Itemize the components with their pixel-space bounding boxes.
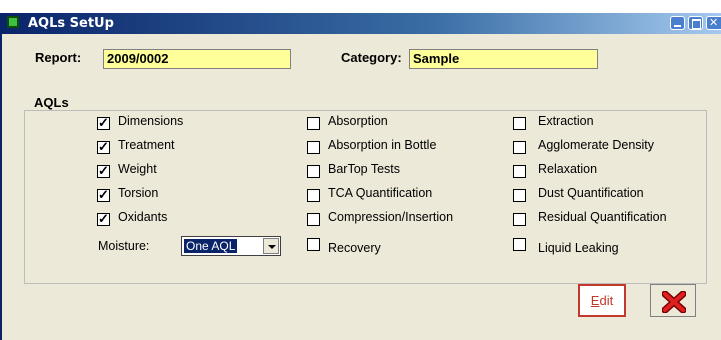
oxidants-checkbox[interactable] [97,211,110,227]
recovery-label: Recovery [328,241,381,255]
weight-label: Weight [118,162,157,176]
title-bar[interactable]: AQLs SetUp [2,13,721,34]
liquid-leaking-label: Liquid Leaking [538,241,619,255]
edit-button[interactable]: Edit [578,284,626,317]
compression-insertion-checkbox[interactable] [307,213,320,226]
edit-label: dit [599,293,614,308]
aqls-group-title: AQLs [30,95,73,110]
residual-quantification-checkbox[interactable] [513,213,526,226]
agglomerate-density-checkbox[interactable] [513,141,526,154]
moisture-label: Moisture: [98,239,150,253]
bartop-tests-label: BarTop Tests [328,162,401,176]
report-field[interactable]: 2009/0002 [103,49,291,69]
moisture-selected-value: One AQL [184,239,238,253]
red-x-icon [662,291,686,313]
relaxation-checkbox[interactable] [513,165,526,178]
relaxation-label: Relaxation [538,162,598,176]
extraction-label: Extraction [538,114,594,128]
app-icon [7,16,19,28]
aqls-setup-window: AQLs SetUp Report: 2009/0002 Category: S… [0,13,721,340]
dimensions-label: Dimensions [118,114,184,128]
category-field[interactable]: Sample [409,49,598,69]
treatment-label: Treatment [118,138,175,152]
compression-insertion-label: Compression/Insertion [328,210,454,224]
extraction-checkbox[interactable] [513,117,526,130]
absorption-in-bottle-checkbox[interactable] [307,141,320,154]
torsion-checkbox[interactable] [97,187,110,203]
chevron-down-icon[interactable] [263,238,279,254]
dust-quantification-label: Dust Quantification [538,186,644,200]
weight-checkbox[interactable] [97,163,110,179]
absorption-label: Absorption [328,114,388,128]
window-title: AQLs SetUp [28,16,114,31]
absorption-in-bottle-label: Absorption in Bottle [328,138,437,152]
close-icon[interactable] [706,16,721,30]
tca-quantification-label: TCA Quantification [328,186,433,200]
residual-quantification-label: Residual Quantification [538,210,667,224]
moisture-select[interactable]: One AQL [181,236,281,256]
oxidants-label: Oxidants [118,210,168,224]
torsion-label: Torsion [118,186,159,200]
cancel-button[interactable] [650,284,696,317]
report-label: Report: [35,50,82,65]
bartop-tests-checkbox[interactable] [307,165,320,178]
category-label: Category: [341,50,402,65]
recovery-checkbox[interactable] [307,238,320,251]
absorption-checkbox[interactable] [307,117,320,130]
dust-quantification-checkbox[interactable] [513,189,526,202]
treatment-checkbox[interactable] [97,139,110,155]
agglomerate-density-label: Agglomerate Density [538,138,655,152]
liquid-leaking-checkbox[interactable] [513,238,526,251]
dimensions-checkbox[interactable] [97,115,110,131]
tca-quantification-checkbox[interactable] [307,189,320,202]
minimize-icon[interactable] [670,16,685,30]
maximize-icon[interactable] [688,16,703,30]
